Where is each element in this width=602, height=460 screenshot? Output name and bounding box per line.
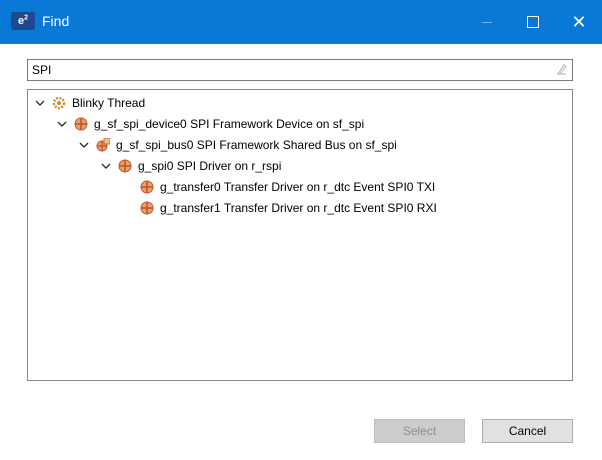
chevron-down-icon[interactable] xyxy=(78,139,90,151)
tree-item-label: g_transfer1 Transfer Driver on r_dtc Eve… xyxy=(160,201,437,215)
module-icon xyxy=(140,201,154,215)
maximize-icon xyxy=(527,16,539,28)
results-tree[interactable]: Blinky Thread g_sf_spi_device0 SPI Frame… xyxy=(27,89,573,381)
module-icon xyxy=(118,159,132,173)
chevron-down-icon[interactable] xyxy=(56,118,68,130)
close-button[interactable]: ✕ xyxy=(556,0,602,44)
tree-item-transfer1[interactable]: g_transfer1 Transfer Driver on r_dtc Eve… xyxy=(140,198,437,218)
cancel-button[interactable]: Cancel xyxy=(482,419,573,443)
shared-module-icon xyxy=(96,138,110,152)
chevron-down-icon[interactable] xyxy=(100,160,112,172)
tree-item-label: g_sf_spi_device0 SPI Framework Device on… xyxy=(94,117,365,131)
search-input[interactable] xyxy=(32,62,552,78)
minimize-button[interactable] xyxy=(464,0,510,44)
search-field[interactable] xyxy=(27,59,573,81)
gear-icon xyxy=(52,96,66,110)
maximize-button[interactable] xyxy=(510,0,556,44)
window-title: Find xyxy=(42,13,70,29)
tree-item-label: g_spi0 SPI Driver on r_rspi xyxy=(138,159,282,173)
module-icon xyxy=(74,117,88,131)
app-logo-icon: e2 xyxy=(11,12,35,30)
tree-item-sf-spi-device0[interactable]: g_sf_spi_device0 SPI Framework Device on… xyxy=(56,114,364,134)
tree-item-transfer0[interactable]: g_transfer0 Transfer Driver on r_dtc Eve… xyxy=(140,177,435,197)
tree-item-sf-spi-bus0[interactable]: g_sf_spi_bus0 SPI Framework Shared Bus o… xyxy=(78,135,397,155)
app-icon-sup: 2 xyxy=(24,14,29,22)
module-icon xyxy=(140,180,154,194)
tree-item-label: Blinky Thread xyxy=(72,96,146,110)
chevron-down-icon[interactable] xyxy=(34,97,46,109)
tree-item-label: g_sf_spi_bus0 SPI Framework Shared Bus o… xyxy=(116,138,397,152)
minimize-icon xyxy=(482,21,492,23)
select-button[interactable]: Select xyxy=(374,419,465,443)
title-bar: e2 Find ✕ xyxy=(0,0,602,44)
close-icon: ✕ xyxy=(571,12,587,32)
tree-item-blinky-thread[interactable]: Blinky Thread xyxy=(34,93,145,113)
eraser-icon[interactable] xyxy=(554,63,568,77)
tree-item-spi0[interactable]: g_spi0 SPI Driver on r_rspi xyxy=(100,156,281,176)
tree-item-label: g_transfer0 Transfer Driver on r_dtc Eve… xyxy=(160,180,436,194)
